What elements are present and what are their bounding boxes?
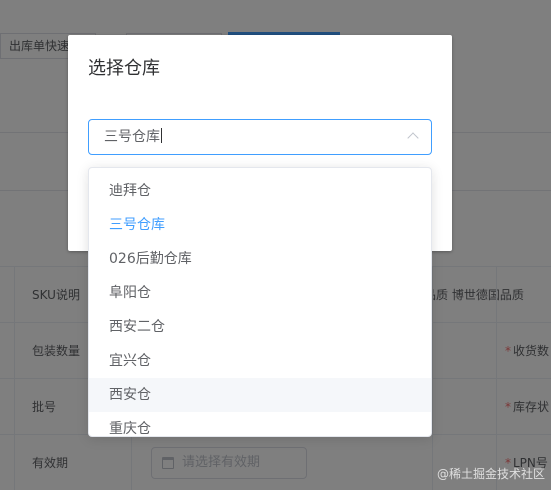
warehouse-select[interactable]: 三号仓库: [88, 119, 432, 155]
warehouse-dropdown: 迪拜仓 三号仓库 026后勤仓库 阜阳仓 西安二仓 宜兴仓 西安仓 重庆仓: [88, 167, 432, 437]
warehouse-option[interactable]: 迪拜仓: [89, 174, 431, 208]
warehouse-option[interactable]: 西安二仓: [89, 310, 431, 344]
warehouse-option[interactable]: 宜兴仓: [89, 344, 431, 378]
warehouse-option[interactable]: 重庆仓: [89, 412, 431, 436]
warehouse-option[interactable]: 阜阳仓: [89, 276, 431, 310]
warehouse-option-list: 迪拜仓 三号仓库 026后勤仓库 阜阳仓 西安二仓 宜兴仓 西安仓 重庆仓: [89, 174, 431, 436]
warehouse-option[interactable]: 西安仓: [89, 378, 431, 412]
warehouse-select-value[interactable]: 三号仓库: [104, 120, 162, 154]
text-cursor: [161, 128, 162, 143]
chevron-up-icon[interactable]: [407, 132, 419, 144]
watermark: @稀土掘金技术社区: [436, 467, 545, 481]
dialog-title: 选择仓库: [88, 58, 160, 79]
warehouse-option[interactable]: 三号仓库: [89, 208, 431, 242]
warehouse-option[interactable]: 026后勤仓库: [89, 242, 431, 276]
